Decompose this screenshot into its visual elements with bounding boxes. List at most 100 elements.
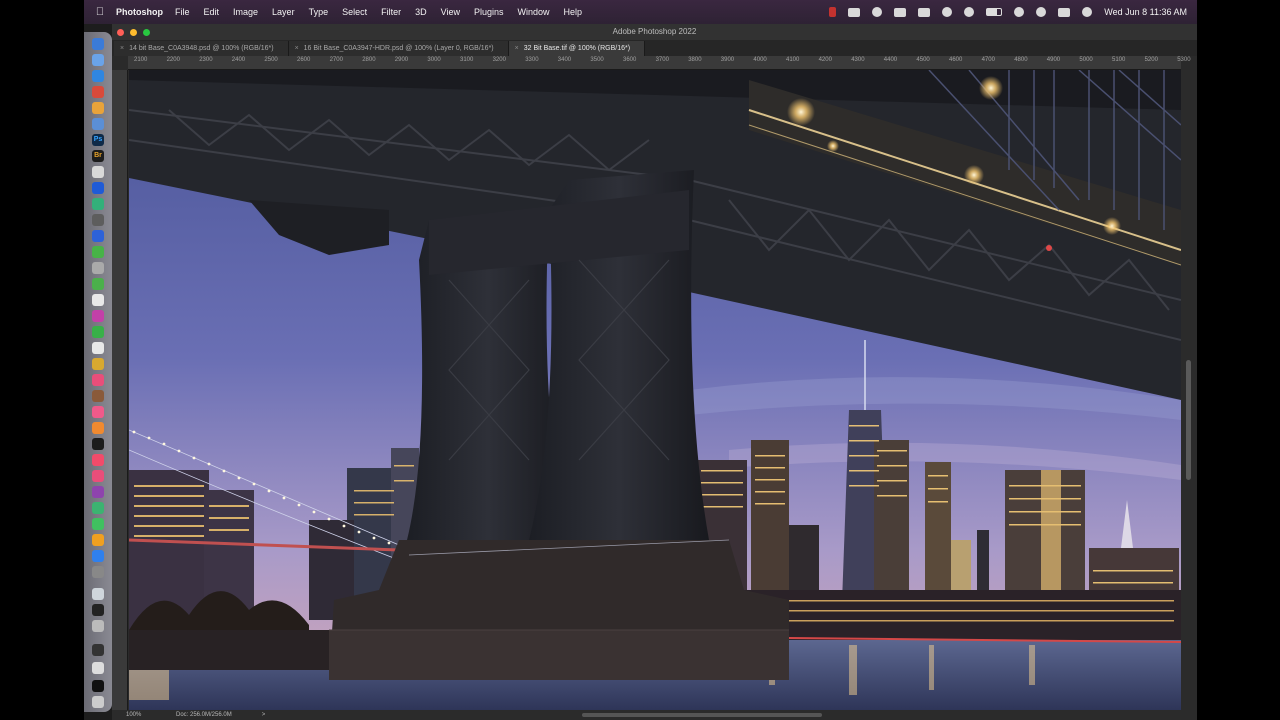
ruler-tick-label: 2400 (231, 57, 246, 63)
trash-icon[interactable] (92, 696, 104, 708)
ruler-tick-label: 5300 (1177, 57, 1191, 63)
zoom-level[interactable]: 100% (126, 712, 176, 718)
menu-window[interactable]: Window (518, 7, 550, 17)
lightroom-icon[interactable] (92, 182, 104, 194)
safari-icon[interactable] (92, 70, 104, 82)
document-canvas[interactable] (129, 70, 1181, 710)
horizontal-scroll-thumb[interactable] (582, 713, 822, 717)
photo-manhattan-bridge (129, 70, 1181, 710)
photo-app-icon[interactable] (92, 406, 104, 418)
maps-icon[interactable] (92, 198, 104, 210)
dropbox-icon[interactable] (894, 7, 907, 17)
app-icon[interactable] (92, 390, 104, 402)
time-machine-icon[interactable] (942, 7, 953, 17)
files-icon[interactable] (92, 588, 104, 600)
preview-icon[interactable] (92, 118, 104, 130)
document-tab[interactable]: × 16 Bit Base_C0A3947-HDR.psd @ 100% (La… (288, 41, 509, 56)
menu-3d[interactable]: 3D (415, 7, 427, 17)
recording-icon[interactable] (829, 7, 837, 17)
menu-layer[interactable]: Layer (272, 7, 295, 17)
pages-alt-icon[interactable] (92, 534, 104, 546)
tab-label: 14 bit Base_C0A3948.psd @ 100% (RGB/16*) (129, 45, 274, 52)
vertical-ruler[interactable] (112, 70, 128, 710)
keynote-icon[interactable] (92, 502, 104, 514)
ruler-tick-label: 2300 (199, 57, 213, 63)
ruler-tick-label: 5100 (1112, 57, 1126, 63)
music-icon[interactable] (92, 374, 104, 386)
ruler-tick-label: 4400 (883, 57, 898, 63)
pages-icon[interactable] (92, 358, 104, 370)
screenshot-icon[interactable] (918, 7, 931, 17)
menu-bar-clock[interactable]: Wed Jun 8 11:36 AM (1104, 7, 1187, 17)
vertical-scroll-thumb[interactable] (1186, 360, 1191, 480)
vertical-scrollbar[interactable] (1181, 70, 1197, 710)
podcast-icon[interactable] (92, 486, 104, 498)
screen-recorder-icon[interactable] (92, 644, 104, 656)
user-icon[interactable] (964, 7, 975, 17)
display-icon[interactable] (848, 7, 861, 17)
news-icon[interactable] (92, 470, 104, 482)
finder-icon[interactable] (92, 38, 104, 50)
activity-monitor-icon[interactable] (92, 604, 104, 616)
photoshop-icon[interactable]: Ps (92, 134, 104, 146)
notes-icon[interactable] (92, 262, 104, 274)
horizontal-ruler[interactable]: 2100 2200 2300 2400 2500 2600 2700 2800 2900 3000… (128, 56, 1191, 70)
document-size[interactable]: Doc: 256.0M/256.0M (176, 712, 232, 718)
document-tab[interactable]: × 14 bit Base_C0A3948.psd @ 100% (RGB/16… (114, 41, 289, 56)
books-icon[interactable] (92, 422, 104, 434)
utility-icon[interactable] (92, 620, 104, 632)
facetime-icon[interactable] (92, 278, 104, 290)
calendar-icon[interactable] (92, 86, 104, 98)
ruler-tick-label: 2200 (166, 57, 180, 63)
spotlight-icon[interactable] (1036, 7, 1047, 17)
document-tab-active[interactable]: × 32 Bit Base.tif @ 100% (RGB/16*) (508, 41, 646, 56)
battery-icon[interactable] (986, 8, 1003, 16)
downloads-folder-icon[interactable] (92, 662, 104, 674)
bridge-icon[interactable]: Br (92, 150, 104, 162)
reminders-icon[interactable] (92, 294, 104, 306)
menu-filter[interactable]: Filter (381, 7, 401, 17)
status-menu-arrow[interactable]: > (262, 712, 266, 718)
close-window-button[interactable] (117, 28, 124, 36)
menu-help[interactable]: Help (564, 7, 583, 17)
menu-edit[interactable]: Edit (204, 7, 220, 17)
launchpad-icon[interactable] (92, 54, 104, 66)
contacts-icon[interactable] (92, 342, 104, 354)
podcasts-icon[interactable] (92, 310, 104, 322)
menu-view[interactable]: View (441, 7, 460, 17)
itunes-icon[interactable] (92, 454, 104, 466)
terminal-icon[interactable] (92, 214, 104, 226)
ruler-tick-label: 4000 (753, 57, 767, 63)
ruler-tick-label: 2100 (134, 57, 148, 63)
facetime-alt-icon[interactable] (92, 518, 104, 530)
minimized-window-icon[interactable] (92, 680, 104, 692)
window-title: Adobe Photoshop 2022 (612, 27, 697, 36)
menu-file[interactable]: File (175, 7, 190, 17)
menu-plugins[interactable]: Plugins (474, 7, 504, 17)
maximize-window-button[interactable] (143, 28, 150, 36)
creative-cloud-icon[interactable] (872, 7, 883, 17)
system-preferences-icon[interactable] (92, 166, 104, 178)
wifi-icon[interactable] (1014, 7, 1025, 17)
messages-icon[interactable] (92, 246, 104, 258)
menu-type[interactable]: Type (309, 7, 329, 17)
close-tab-icon[interactable]: × (295, 45, 299, 52)
ruler-tick-label: 3900 (720, 57, 735, 63)
minimize-window-button[interactable] (130, 28, 137, 36)
app-menu[interactable]: Photoshop (116, 7, 163, 17)
dock: Ps Br (84, 32, 112, 712)
close-tab-icon[interactable]: × (120, 45, 124, 52)
numbers-icon[interactable] (92, 326, 104, 338)
app-store-icon[interactable] (92, 550, 104, 562)
settings-icon[interactable] (92, 566, 104, 578)
close-tab-icon[interactable]: × (515, 45, 519, 52)
siri-icon[interactable] (1082, 7, 1093, 17)
menu-image[interactable]: Image (233, 7, 258, 17)
photos-icon[interactable] (92, 102, 104, 114)
zoom-icon[interactable] (92, 230, 104, 242)
ruler-tick-label: 3500 (590, 57, 604, 63)
apple-menu-icon[interactable]:  (84, 6, 116, 18)
apple-tv-icon[interactable] (92, 438, 104, 450)
menu-select[interactable]: Select (342, 7, 367, 17)
control-center-icon[interactable] (1058, 7, 1071, 17)
